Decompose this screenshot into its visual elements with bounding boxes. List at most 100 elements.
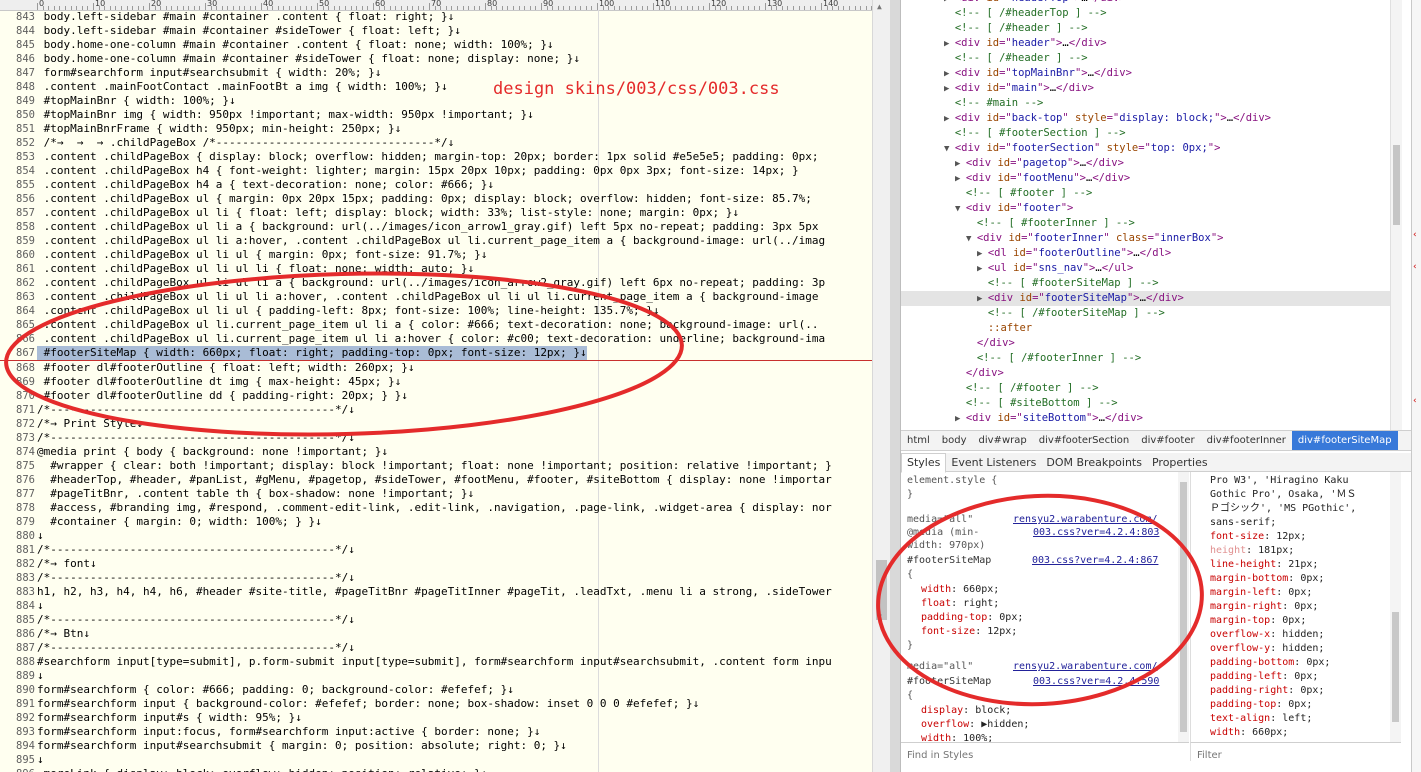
rule-source[interactable]: 003.css?ver=4.2.4:867 (1032, 554, 1158, 567)
code-line[interactable]: 896.moreLink { display: block; overflow:… (0, 767, 872, 772)
dom-node[interactable]: ▶ <ul id="sns_nav">…</ul> (901, 261, 1390, 276)
expand-toggle-icon[interactable]: ▶ (944, 84, 955, 94)
line-text[interactable]: #topMainBnr { width: 100%; }↓ (37, 94, 236, 108)
code-line[interactable]: 869 #footer dl#footerOutline dt img { ma… (0, 375, 872, 389)
line-text[interactable]: .content .childPageBox ul li { float: le… (37, 206, 739, 220)
computed-property[interactable]: padding-bottom: 0px; (1210, 656, 1330, 670)
computed-property[interactable]: Ｐゴシック', 'MS PGothic', (1210, 502, 1356, 516)
code-line[interactable]: 865 .content .childPageBox ul li.current… (0, 318, 872, 332)
code-line[interactable]: 877 #pageTitBnr, .content table th { box… (0, 487, 872, 501)
dom-node-selected[interactable]: ▶ <div id="footerSiteMap">…</div> (901, 291, 1390, 306)
line-text[interactable]: #searchform input[type=submit], p.form-s… (37, 655, 832, 669)
breadcrumb-item[interactable]: div#wrap (973, 431, 1033, 450)
computed-property[interactable]: sans-serif; (1210, 516, 1276, 530)
line-text[interactable]: body.left-sidebar #main #container #side… (37, 24, 461, 38)
rule-open[interactable]: { (907, 689, 913, 702)
dom-node[interactable]: ▼ <div id="footerInner" class="innerBox"… (901, 231, 1390, 246)
line-text[interactable]: .content .childPageBox ul li ul li a { b… (37, 276, 825, 290)
tab-dom-breakpoints[interactable]: DOM Breakpoints (1041, 454, 1147, 472)
code-line[interactable]: 882/*→ font↓ (0, 557, 872, 571)
line-text[interactable]: form#searchform input#s { width: 95%; }↓ (37, 711, 302, 725)
dom-node[interactable]: ▶ <div id="footMenu">…</div> (901, 171, 1390, 186)
line-text[interactable]: /*→ → → .childPageBox /*----------------… (37, 136, 455, 150)
line-text[interactable]: .content .childPageBox ul li ul li { flo… (37, 262, 474, 276)
css-property[interactable]: display: block; (921, 704, 1011, 717)
code-line[interactable]: 874 @media print { body { background: non… (0, 445, 872, 459)
css-property[interactable]: float: right; (921, 597, 999, 610)
line-text[interactable]: #container { margin: 0; width: 100%; } }… (37, 515, 322, 529)
css-property[interactable]: font-size: 12px; (921, 625, 1017, 638)
line-text[interactable]: /*→ Btn↓ (37, 627, 90, 641)
dom-node[interactable]: <!-- [ #footerSiteMap ] --> (901, 276, 1390, 291)
dom-node[interactable]: ▼ <div id="footer"> (901, 201, 1390, 216)
find-in-styles[interactable] (901, 742, 1189, 765)
code-line[interactable]: 851 #topMainBnrFrame { width: 950px; min… (0, 122, 872, 136)
line-text[interactable]: form#searchform input#searchsubmit { wid… (37, 66, 382, 80)
rule-media-query[interactable]: @media (min- (907, 526, 979, 539)
dom-node[interactable]: ▶ <div id="back-top" style="display: blo… (901, 111, 1390, 126)
rule-open[interactable]: { (907, 568, 913, 581)
line-text[interactable]: .content .childPageBox ul li ul li a:hov… (37, 290, 819, 304)
tab-event-listeners[interactable]: Event Listeners (946, 454, 1041, 472)
code-line[interactable]: 892 form#searchform input#s { width: 95%;… (0, 711, 872, 725)
rule-media[interactable]: media="all" (907, 660, 973, 673)
dom-node[interactable]: ▶ <div id="topMainBnr">…</div> (901, 66, 1390, 81)
css-property[interactable]: padding-top: 0px; (921, 611, 1023, 624)
code-lines[interactable]: 843 body.left-sidebar #main #container .… (0, 10, 872, 772)
code-line[interactable]: 855 .content .childPageBox h4 a { text-d… (0, 178, 872, 192)
line-text[interactable]: @media print { body { background: none !… (37, 445, 388, 459)
line-text[interactable]: #footer dl#footerOutline { float: left; … (37, 361, 415, 375)
line-text[interactable]: .content .childPageBox ul li a { backgro… (37, 220, 819, 234)
dom-node[interactable]: <!-- [ /#footerInner ] --> (901, 351, 1390, 366)
computed-property[interactable]: overflow-y: hidden; (1210, 642, 1324, 656)
dom-node[interactable]: ▼ <div id="footerSection" style="top: 0p… (901, 141, 1390, 156)
code-line[interactable]: 873/*-----------------------------------… (0, 431, 872, 445)
code-line[interactable]: 886/*→ Btn↓ (0, 627, 872, 641)
line-text[interactable]: #wrapper { clear: both !important; displ… (37, 459, 831, 473)
dom-node[interactable]: <!-- [ #footer ] --> (901, 186, 1390, 201)
rule-source[interactable]: 003.css?ver=4.2.4:590 (1033, 675, 1159, 688)
computed-property[interactable]: height: 181px; (1210, 544, 1294, 558)
computed-scrollbar[interactable] (1390, 472, 1401, 742)
code-line[interactable]: 853 .content .childPageBox { display: bl… (0, 150, 872, 164)
line-text[interactable]: .content .childPageBox { display: block;… (37, 150, 819, 164)
code-line[interactable]: 866 .content .childPageBox ul li.current… (0, 332, 872, 346)
breadcrumb-item[interactable]: html (901, 431, 936, 450)
rule-selector[interactable]: #footerSiteMap (907, 554, 991, 567)
line-text[interactable]: body.home-one-column #main #container .c… (37, 38, 554, 52)
code-line[interactable]: 862 .content .childPageBox ul li ul li a… (0, 276, 872, 290)
line-text[interactable]: #footer dl#footerOutline dd { padding-ri… (37, 389, 408, 403)
line-text[interactable]: .content .childPageBox h4 { font-weight:… (37, 164, 799, 178)
dom-node[interactable]: ▶ <div id="pagetop">…</div> (901, 156, 1390, 171)
dom-node[interactable]: <!-- [ #siteBottom ] --> (901, 396, 1390, 411)
dom-node[interactable]: ▶ <div id="header">…</div> (901, 36, 1390, 51)
computed-scroll-thumb[interactable] (1392, 612, 1399, 722)
expand-toggle-icon[interactable]: ▶ (977, 249, 988, 259)
line-text[interactable]: .content .childPageBox ul li ul { margin… (37, 248, 488, 262)
expand-toggle-icon[interactable]: ▶ (955, 414, 966, 424)
code-line[interactable]: 891 form#searchform input { background-co… (0, 697, 872, 711)
styles-scrollbar[interactable] (1178, 472, 1189, 742)
line-text[interactable]: .moreLink { display: block; overflow: hi… (37, 767, 487, 772)
line-text[interactable]: /*--------------------------------------… (37, 613, 355, 627)
editor-scrollbar[interactable]: ▲ ▼ (872, 0, 891, 772)
dom-node[interactable]: <!-- [ /#header ] --> (901, 21, 1390, 36)
line-text[interactable]: .content .childPageBox ul { margin: 0px … (37, 192, 812, 206)
computed-property[interactable]: width: 660px; (1210, 726, 1288, 740)
expand-toggle-icon[interactable]: ▶ (955, 159, 966, 169)
computed-pane[interactable]: Pro W3', 'Hiragino Kaku Gothic Pro', Osak… (1190, 472, 1391, 742)
line-text[interactable]: ↓ (37, 599, 44, 613)
code-line[interactable]: 881/*-----------------------------------… (0, 543, 872, 557)
line-text[interactable]: #headerTop, #header, #panList, #gMenu, #… (37, 473, 831, 487)
line-text[interactable]: body.home-one-column #main #container #s… (37, 52, 580, 66)
expand-toggle-icon[interactable]: ▼ (966, 234, 977, 244)
find-in-styles-input[interactable] (901, 746, 1173, 765)
breadcrumb-item[interactable]: div#footerSection (1033, 431, 1136, 450)
rule-source[interactable]: rensyu2.warabenture.com/ (1013, 660, 1158, 673)
code-line[interactable]: 843 body.left-sidebar #main #container .… (0, 10, 872, 24)
line-text[interactable]: #topMainBnr img { width: 950px !importan… (37, 108, 534, 122)
dom-node[interactable]: ::after (901, 321, 1390, 336)
computed-property[interactable]: padding-right: 0px; (1210, 684, 1324, 698)
dom-node[interactable]: ▶ <dl id="footerOutline">…</dl> (901, 246, 1390, 261)
code-line[interactable]: 893 form#searchform input:focus, form#sea… (0, 725, 872, 739)
